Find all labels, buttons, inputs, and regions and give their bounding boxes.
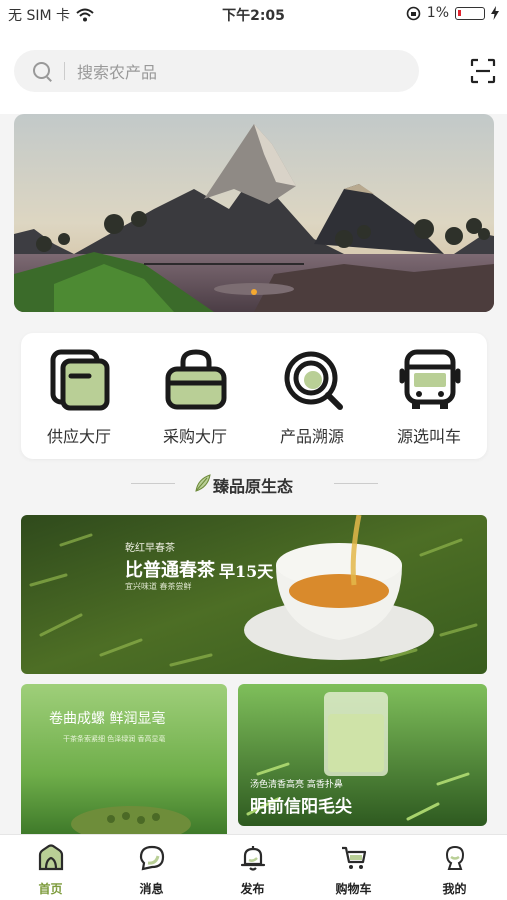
bell-icon — [240, 846, 266, 871]
promo-tag: 乾红早春茶 — [125, 543, 175, 554]
status-bar: 无 SIM 卡 下午2:05 1% — [0, 0, 507, 28]
promo-sub: 干茶条索紧细 色泽绿润 香高显亳 — [63, 735, 166, 743]
search-divider — [64, 62, 65, 80]
promo-card-spring-tea[interactable]: 乾红早春茶 比普通春茶 早15天 宜兴味道 春茶尝鲜 — [21, 515, 487, 674]
section-title: 臻品原生态 — [213, 477, 294, 496]
header: 搜索农产品 — [0, 28, 507, 114]
section-header: 臻品原生态 — [0, 468, 507, 498]
tab-home[interactable]: 首页 — [0, 835, 101, 900]
tab-messages[interactable]: 消息 — [101, 835, 202, 900]
tab-profile[interactable]: 我的 — [404, 835, 505, 900]
trace-search-icon — [284, 351, 343, 410]
tab-cart[interactable]: 购物车 — [303, 835, 404, 900]
promo-image — [21, 684, 227, 834]
tab-publish[interactable]: 发布 — [202, 835, 303, 900]
entry-product-trace[interactable]: 产品溯源 — [254, 333, 370, 459]
promo-headline: 比普通春茶 — [125, 560, 215, 581]
entry-source-truck[interactable]: 源选叫车 — [371, 333, 487, 459]
tab-label: 购物车 — [335, 882, 372, 896]
promo-card-xinyang-maojian[interactable]: 汤色清香高亮 高香扑鼻 明前信阳毛尖 — [238, 684, 487, 826]
orientation-lock-icon — [406, 6, 421, 20]
search-bar[interactable]: 搜索农产品 — [14, 50, 419, 92]
entry-purchase-hall[interactable]: 采购大厅 — [137, 333, 253, 459]
cart-icon — [342, 846, 367, 869]
section-line-right — [334, 483, 378, 484]
tab-label: 消息 — [139, 882, 164, 896]
promo-sub: 宜兴味道 春茶尝鲜 — [125, 582, 192, 591]
tab-label: 首页 — [38, 882, 63, 896]
search-icon — [32, 61, 52, 81]
scan-icon[interactable] — [470, 58, 496, 84]
promo-sub: 汤色清香高亮 高香扑鼻 — [250, 780, 343, 790]
entry-supply-hall[interactable]: 供应大厅 — [21, 333, 137, 459]
profile-icon — [445, 845, 465, 870]
search-input[interactable]: 搜索农产品 — [77, 59, 157, 83]
leaf-icon — [195, 474, 211, 492]
entry-label: 源选叫车 — [396, 427, 461, 446]
purchase-bag-icon — [165, 349, 227, 410]
bottom-tab-bar: 首页 消息 发布 购物车 我的 — [0, 834, 507, 900]
section-line-left — [131, 483, 175, 484]
charging-icon — [491, 6, 499, 20]
supply-hall-icon — [50, 349, 110, 411]
promo-headline: 明前信阳毛尖 — [250, 797, 352, 817]
entry-label: 产品溯源 — [279, 427, 344, 446]
banner-carousel[interactable] — [14, 114, 494, 312]
promo-card-curled-tea[interactable]: 卷曲成螺 鲜润显亳 干茶条索紧细 色泽绿润 香高显亳 — [21, 684, 227, 834]
banner-image — [14, 114, 494, 312]
status-right: 1% — [406, 5, 499, 21]
tab-label: 我的 — [442, 882, 467, 896]
tab-label: 发布 — [240, 882, 265, 896]
entry-label: 采购大厅 — [162, 427, 227, 446]
message-icon — [139, 845, 165, 871]
quick-entries-card: 供应大厅 采购大厅 产品溯源 源选叫车 — [21, 333, 487, 459]
home-icon — [38, 844, 64, 871]
entry-label: 供应大厅 — [46, 427, 111, 446]
promo-headline: 卷曲成螺 鲜润显亳 — [49, 711, 166, 727]
promo-badge: 早15天 — [219, 562, 274, 581]
promo-image — [21, 515, 487, 674]
truck-icon — [399, 349, 461, 409]
battery-percent: 1% — [426, 5, 449, 21]
battery-icon — [455, 6, 485, 20]
